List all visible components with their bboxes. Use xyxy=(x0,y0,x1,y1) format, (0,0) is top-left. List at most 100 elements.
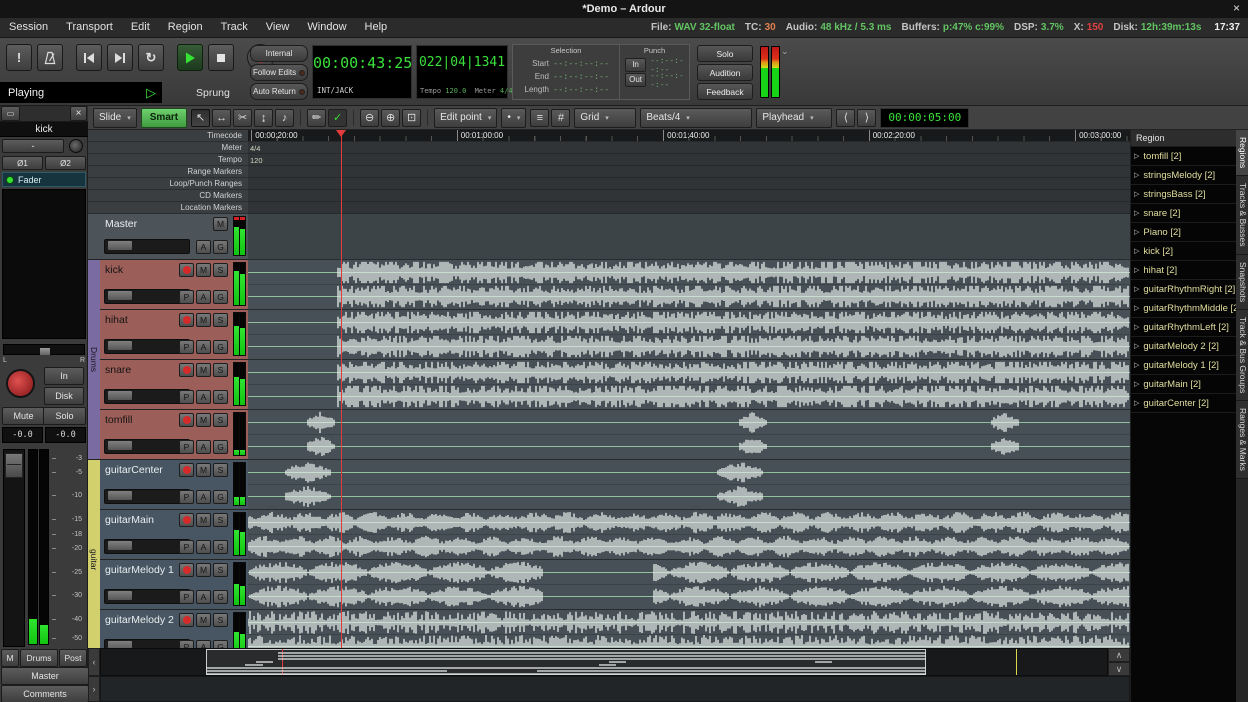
draw-mode-button[interactable]: ✏ xyxy=(307,109,326,127)
expander-icon[interactable]: ▷ xyxy=(1131,228,1143,236)
expander-icon[interactable]: ▷ xyxy=(1131,285,1143,293)
pan-handle[interactable] xyxy=(40,348,50,355)
record-arm-button[interactable] xyxy=(179,463,194,477)
play-button[interactable] xyxy=(177,44,203,71)
panner[interactable]: L R xyxy=(2,342,86,362)
region-list-item[interactable]: ▷kick [2] xyxy=(1131,242,1236,261)
follow-edits-button[interactable]: Follow Edits xyxy=(250,64,308,81)
track-header-snare[interactable]: snareMSPAG xyxy=(88,360,248,410)
track-header-master[interactable]: MasterMAG xyxy=(88,214,248,260)
track-m-button[interactable]: M xyxy=(196,263,211,277)
track-s-button[interactable]: S xyxy=(213,513,228,527)
expander-icon[interactable]: ▷ xyxy=(1131,247,1143,255)
track-m-button[interactable]: M xyxy=(196,413,211,427)
track-g-button[interactable]: G xyxy=(213,390,228,404)
shuttle-mode-label[interactable]: Sprung xyxy=(196,87,230,99)
track-lane-snare[interactable] xyxy=(248,360,1130,410)
processor-box[interactable] xyxy=(2,189,86,339)
track-g-button[interactable]: G xyxy=(213,290,228,304)
track-s-button[interactable]: S xyxy=(213,613,228,627)
goto-start-button[interactable] xyxy=(76,44,102,71)
record-arm-button[interactable] xyxy=(179,413,194,427)
close-icon[interactable]: × xyxy=(1233,1,1240,15)
track-p-button[interactable]: P xyxy=(179,490,194,504)
region-list-item[interactable]: ▷guitarMelody 2 [2] xyxy=(1131,337,1236,356)
track-fader[interactable] xyxy=(104,489,190,504)
region-list-item[interactable]: ▷guitarMain [2] xyxy=(1131,375,1236,394)
gain-display[interactable]: -0.0 xyxy=(2,427,43,443)
record-arm-button[interactable] xyxy=(179,363,194,377)
grab-mode-button[interactable]: ↖ xyxy=(191,109,210,127)
zoom-in-mode-button[interactable]: ⊕ xyxy=(381,109,400,127)
punch-out-button[interactable]: Out xyxy=(625,73,646,87)
track-lane-guitarmain[interactable] xyxy=(248,510,1130,560)
stretch-mode-button[interactable]: ↨ xyxy=(254,109,273,127)
playhead-marker-icon[interactable] xyxy=(336,130,346,137)
track-fader[interactable] xyxy=(104,589,190,604)
track-p-button[interactable]: P xyxy=(179,440,194,454)
track-lane-guitarmelody-2[interactable] xyxy=(248,610,1130,648)
internal-button[interactable]: Internal xyxy=(250,45,308,62)
track-g-button[interactable]: G xyxy=(213,240,228,254)
strip-input-button[interactable]: - xyxy=(2,139,64,153)
solo-button[interactable]: Solo xyxy=(697,45,753,62)
monitor-in-button[interactable]: In xyxy=(44,367,84,385)
region-list-item[interactable]: ▷guitarMelody 1 [2] xyxy=(1131,356,1236,375)
expander-icon[interactable]: ▷ xyxy=(1131,171,1143,179)
track-m-button[interactable]: M xyxy=(213,217,228,231)
strip-tab-post[interactable]: Post xyxy=(59,649,87,667)
track-a-button[interactable]: A xyxy=(196,290,211,304)
track-g-button[interactable]: G xyxy=(213,540,228,554)
expander-icon[interactable]: ▷ xyxy=(1131,361,1143,369)
menu-session[interactable]: Session xyxy=(0,18,57,37)
sidebar-tab-regions[interactable]: Regions xyxy=(1236,130,1248,176)
meter-options-chevron-icon[interactable]: ⌄ xyxy=(781,46,789,57)
summary-scroll-left-button[interactable]: ‹ xyxy=(88,648,100,676)
track-m-button[interactable]: M xyxy=(196,363,211,377)
playhead-line[interactable] xyxy=(341,130,342,648)
track-fader[interactable] xyxy=(104,539,190,554)
track-header-hihat[interactable]: hihatMSPAG xyxy=(88,310,248,360)
track-m-button[interactable]: M xyxy=(196,563,211,577)
region-list-header[interactable]: Region xyxy=(1131,130,1236,147)
audition-button[interactable]: Audition xyxy=(697,64,753,81)
track-header-guitarcenter[interactable]: guitarCenterMSPAG xyxy=(88,460,248,510)
track-canvas[interactable] xyxy=(248,214,1130,648)
solo-button[interactable]: Solo xyxy=(43,407,86,425)
region-list-item[interactable]: ▷guitarRhythmRight [2] xyxy=(1131,280,1236,299)
ruler-cd-markers[interactable] xyxy=(248,190,1130,202)
nudge-forward-button[interactable]: ⟩ xyxy=(857,109,876,127)
summary-scroll-right-button[interactable]: › xyxy=(88,676,100,702)
track-p-button[interactable]: P xyxy=(179,640,194,648)
record-arm-button[interactable] xyxy=(179,563,194,577)
track-fader[interactable] xyxy=(104,239,190,254)
track-s-button[interactable]: S xyxy=(213,363,228,377)
summary-scrollbar-trough[interactable] xyxy=(100,676,1130,702)
ruler-loop-punch-ranges[interactable] xyxy=(248,178,1130,190)
snap-mode-dropdown[interactable]: Grid xyxy=(574,108,636,128)
phase-button-1[interactable]: Ø1 xyxy=(2,156,43,170)
track-fader[interactable] xyxy=(104,339,190,354)
track-header-tomfill[interactable]: tomfillMSPAG xyxy=(88,410,248,460)
fader-handle[interactable] xyxy=(5,453,23,478)
record-arm-button[interactable] xyxy=(179,313,194,327)
monitor-disk-button[interactable]: Disk xyxy=(44,387,84,405)
summary-overview[interactable] xyxy=(100,648,1108,676)
region-list-item[interactable]: ▷guitarRhythmMiddle [2] xyxy=(1131,299,1236,318)
track-m-button[interactable]: M xyxy=(196,463,211,477)
grid-type-dropdown[interactable]: Beats/4 xyxy=(640,108,752,128)
ruler-meter[interactable]: 4/4 xyxy=(248,142,1130,154)
region-list-item[interactable]: ▷Piano [2] xyxy=(1131,223,1236,242)
track-lane-guitarcenter[interactable] xyxy=(248,460,1130,510)
zoom-out-mode-button[interactable]: ⊖ xyxy=(360,109,379,127)
track-lane-tomfill[interactable] xyxy=(248,410,1130,460)
selection-row-value[interactable]: --:--:--:-- xyxy=(553,72,609,82)
meter-marker[interactable]: 4/4 xyxy=(250,144,260,153)
ruler-tempo[interactable]: 120 xyxy=(248,154,1130,166)
track-m-button[interactable]: M xyxy=(196,313,211,327)
track-g-button[interactable]: G xyxy=(213,490,228,504)
menu-edit[interactable]: Edit xyxy=(122,18,159,37)
track-p-button[interactable]: P xyxy=(179,590,194,604)
trim-knob[interactable] xyxy=(69,139,83,153)
stop-button[interactable] xyxy=(208,44,234,71)
